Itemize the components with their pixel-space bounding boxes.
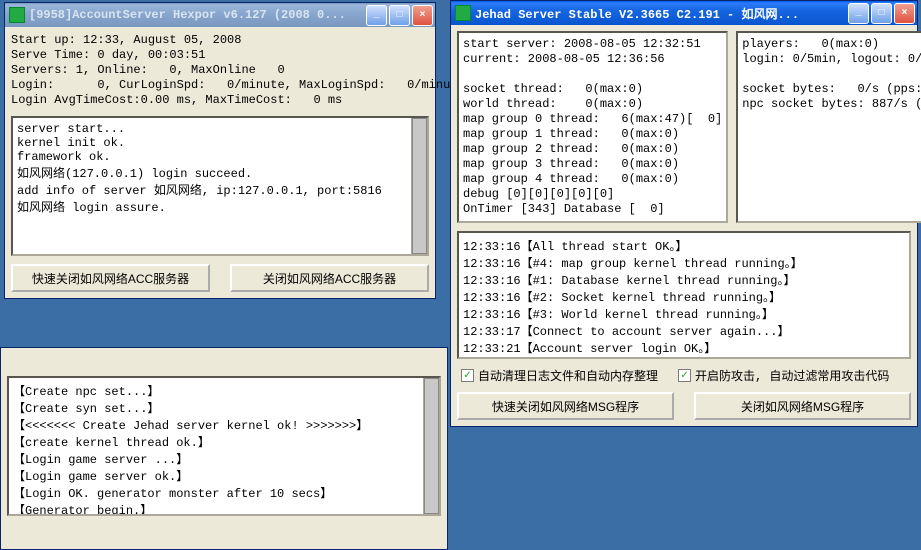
log-box: 【Create npc set...】【Create syn set...】【<… (7, 376, 441, 516)
log-line: server start... (17, 122, 423, 136)
app-icon (455, 5, 471, 21)
maximize-button[interactable]: □ (389, 5, 410, 26)
log-line: 12:33:16【#4: map group kernel thread run… (463, 254, 905, 271)
log-line: 如风网络 login assure. (17, 198, 423, 215)
log-line: 12:33:16【#1: Database kernel thread runn… (463, 271, 905, 288)
log-box: server start...kernel init ok.framework … (11, 116, 429, 256)
log-line: 12:33:16【#3: World kernel thread running… (463, 305, 905, 322)
log-line: 【Login game server ok.】 (13, 467, 435, 484)
log-line: 12:33:21【Account server login OK。】 (463, 339, 905, 356)
server-stats-left: start server: 2008-08-05 12:32:51 curren… (457, 31, 728, 223)
app-icon (9, 7, 25, 23)
status-text: Start up: 12:33, August 05, 2008 Serve T… (11, 33, 429, 108)
titlebar[interactable]: [9958]AccountServer Hexpor v6.127 (2008 … (5, 3, 435, 27)
auto-cleanup-checkbox[interactable]: ✓ 自动清理日志文件和自动内存整理 (461, 367, 658, 384)
checkbox-icon: ✓ (461, 369, 474, 382)
log-line: 【Generator begin.】 (13, 501, 435, 516)
account-server-window: [9958]AccountServer Hexpor v6.127 (2008 … (4, 2, 436, 299)
maximize-button[interactable]: □ (871, 3, 892, 24)
quick-close-msg-button[interactable]: 快速关闭如风网络MSG程序 (457, 392, 674, 420)
log-line: 【Login OK. generator monster after 10 se… (13, 484, 435, 501)
close-msg-button[interactable]: 关闭如风网络MSG程序 (694, 392, 911, 420)
close-button[interactable]: × (894, 3, 915, 24)
titlebar[interactable]: Jehad Server Stable V2.3665 C2.191 - 如风网… (451, 1, 917, 25)
checkbox-label: 开启防攻击, 自动过滤常用攻击代码 (695, 367, 889, 384)
log-line: kernel init ok. (17, 136, 423, 150)
close-acc-button[interactable]: 关闭如风网络ACC服务器 (230, 264, 429, 292)
log-line: 【<<<<<<< Create Jehad server kernel ok! … (13, 416, 435, 433)
log-line: add info of server 如风网络, ip:127.0.0.1, p… (17, 181, 423, 198)
log-line: 12:33:16【All thread start OK。】 (463, 237, 905, 254)
log-line: 【Create syn set...】 (13, 399, 435, 416)
log-box: 12:33:16【All thread start OK。】12:33:16【#… (457, 231, 911, 359)
minimize-button[interactable]: _ (848, 3, 869, 24)
log-line: framework ok. (17, 150, 423, 164)
log-line: 12:33:16【#2: Socket kernel thread runnin… (463, 288, 905, 305)
log-line: 12:33:17【Connect to account server again… (463, 322, 905, 339)
scrollbar[interactable] (423, 378, 439, 514)
anti-attack-checkbox[interactable]: ✓ 开启防攻击, 自动过滤常用攻击代码 (678, 367, 889, 384)
close-button[interactable]: × (412, 5, 433, 26)
log-line: 12:33:37【NPC server login OK.】 (463, 356, 905, 359)
window-title: Jehad Server Stable V2.3665 C2.191 - 如风网… (475, 5, 848, 22)
minimize-button[interactable]: _ (366, 5, 387, 26)
checkbox-label: 自动清理日志文件和自动内存整理 (478, 367, 658, 384)
log-line: 【Create npc set...】 (13, 382, 435, 399)
quick-close-acc-button[interactable]: 快速关闭如风网络ACC服务器 (11, 264, 210, 292)
npc-server-window: 【Create npc set...】【Create syn set...】【<… (0, 347, 448, 550)
log-line: 【create kernel thread ok.】 (13, 433, 435, 450)
log-line: 如风网络(127.0.0.1) login succeed. (17, 164, 423, 181)
window-title: [9958]AccountServer Hexpor v6.127 (2008 … (29, 8, 366, 22)
log-line: 【Login game server ...】 (13, 450, 435, 467)
jehad-server-window: Jehad Server Stable V2.3665 C2.191 - 如风网… (450, 0, 918, 427)
scrollbar[interactable] (411, 118, 427, 254)
server-stats-right: players: 0(max:0) login: 0/5min, logout:… (736, 31, 921, 223)
checkbox-icon: ✓ (678, 369, 691, 382)
